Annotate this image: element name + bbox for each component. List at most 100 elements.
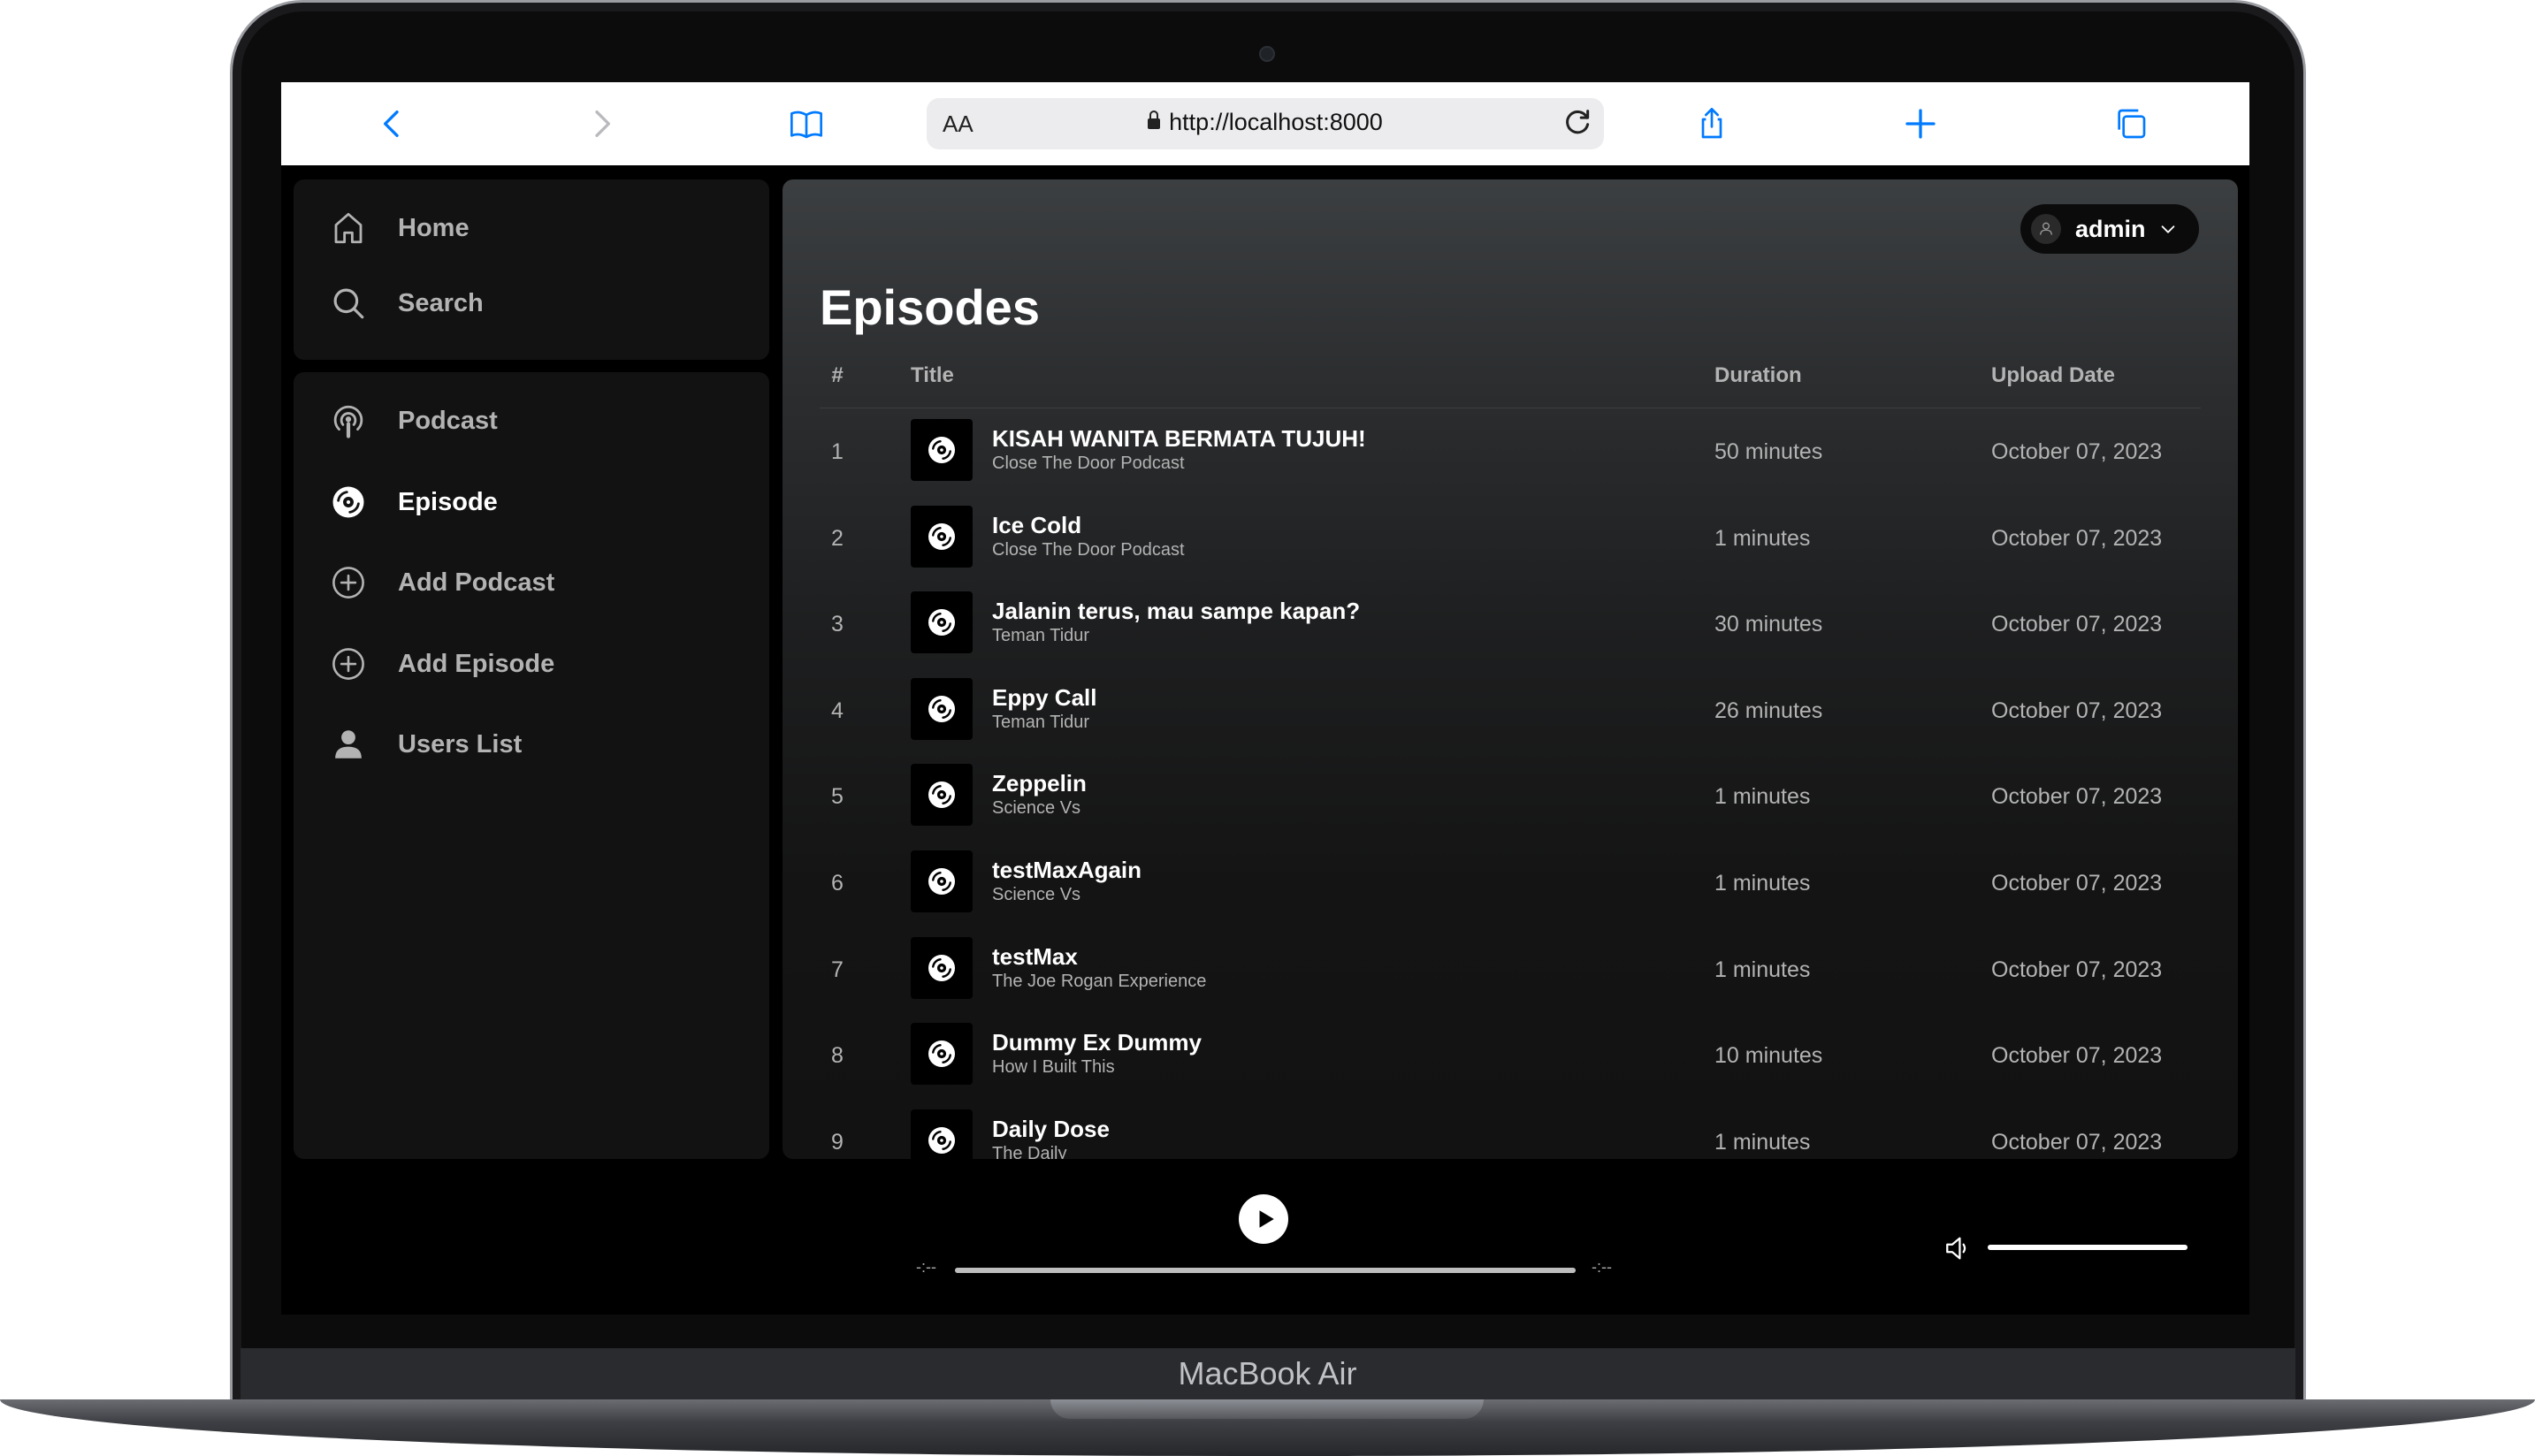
episode-upload-date: October 07, 2023 — [1991, 439, 2163, 464]
player-bar: -:-- -:-- — [281, 1159, 2249, 1315]
episode-artwork — [911, 677, 973, 740]
episode-duration: 1 minutes — [1714, 957, 1811, 982]
plus-circle-icon — [329, 563, 368, 602]
episode-duration: 1 minutes — [1714, 525, 1811, 551]
episode-title[interactable]: testMax — [992, 943, 1078, 971]
screen: AA http://localhost:8000 Home Search Pod… — [281, 82, 2249, 1315]
url-text: http://localhost:8000 — [1169, 109, 1383, 135]
disc-icon — [926, 521, 958, 553]
row-number: 8 — [831, 1043, 844, 1069]
episode-title[interactable]: Zeppelin — [992, 770, 1087, 797]
episode-podcast: Close The Door Podcast — [992, 539, 1185, 560]
episode-podcast: Teman Tidur — [992, 626, 1090, 646]
camera — [1259, 46, 1275, 62]
sidebar-item-podcast[interactable]: Podcast — [329, 399, 498, 443]
avatar — [2031, 214, 2061, 244]
sidebar-item-label: Podcast — [398, 406, 498, 435]
search-icon — [329, 284, 368, 323]
episode-artwork — [911, 1023, 973, 1086]
table-row[interactable]: 8 Dummy Ex Dummy How I Built This 10 minute… — [820, 1011, 2201, 1097]
row-number: 5 — [831, 784, 844, 810]
progress-fill — [955, 1268, 1576, 1273]
episode-upload-date: October 07, 2023 — [1991, 698, 2163, 723]
table-row[interactable]: 9 Daily Dose The Daily 1 minutes October 07,… — [820, 1098, 2201, 1159]
episode-duration: 10 minutes — [1714, 1043, 1823, 1069]
episode-title[interactable]: Jalanin terus, mau sampe kapan? — [992, 598, 1360, 625]
episode-upload-date: October 07, 2023 — [1991, 525, 2163, 551]
episode-duration: 30 minutes — [1714, 612, 1823, 637]
disc-icon — [926, 606, 958, 638]
play-icon — [1259, 1210, 1274, 1228]
browser-toolbar: AA http://localhost:8000 — [281, 82, 2249, 165]
volume-icon[interactable] — [1943, 1233, 1974, 1263]
disc-icon — [926, 779, 958, 811]
table-row[interactable]: 7 testMax The Joe Rogan Experience 1 minute… — [820, 926, 2201, 1011]
episode-artwork — [911, 1109, 973, 1159]
episode-upload-date: October 07, 2023 — [1991, 612, 2163, 637]
table-row[interactable]: 2 Ice Cold Close The Door Podcast 1 minutes… — [820, 494, 2201, 580]
tabs-overview-icon[interactable] — [2110, 103, 2152, 145]
table-row[interactable]: 6 testMaxAgain Science Vs 1 minutes October … — [820, 839, 2201, 925]
plus-circle-icon — [329, 644, 368, 683]
disc-icon — [926, 1038, 958, 1070]
volume-slider[interactable] — [1988, 1245, 2188, 1250]
reload-icon[interactable] — [1560, 105, 1595, 141]
episode-artwork — [911, 505, 973, 568]
episode-artwork — [911, 764, 973, 827]
episode-title[interactable]: Dummy Ex Dummy — [992, 1029, 1202, 1056]
episode-podcast: Close The Door Podcast — [992, 454, 1185, 473]
episode-title[interactable]: Ice Cold — [992, 512, 1081, 539]
sidebar-item-users-list[interactable]: Users List — [329, 722, 522, 766]
row-number: 3 — [831, 612, 844, 637]
lock-icon — [1148, 111, 1161, 129]
address-bar[interactable]: AA http://localhost:8000 — [927, 98, 1604, 149]
episode-list: 1 KISAH WANITA BERMATA TUJUH! Close The Do… — [820, 408, 2201, 1159]
table-row[interactable]: 4 Eppy Call Teman Tidur 26 minutes October 0… — [820, 667, 2201, 752]
table-row[interactable]: 3 Jalanin terus, mau sampe kapan? Teman Ti… — [820, 580, 2201, 666]
table-row[interactable]: 5 Zeppelin Science Vs 1 minutes October 07, … — [820, 752, 2201, 838]
episode-title[interactable]: testMaxAgain — [992, 857, 1142, 884]
volume-fill — [1988, 1245, 2188, 1250]
progress-bar[interactable] — [955, 1268, 1576, 1273]
episode-upload-date: October 07, 2023 — [1991, 1043, 2163, 1069]
disc-icon — [926, 1124, 958, 1156]
chevron-down-icon — [2161, 225, 2174, 233]
episode-artwork — [911, 936, 973, 999]
row-number: 1 — [831, 439, 844, 464]
home-icon — [329, 209, 368, 248]
sidebar-item-episode[interactable]: Episode — [329, 480, 498, 524]
sidebar-library: Podcast Episode Add Podcast Add Episode … — [294, 372, 769, 1159]
episode-podcast: How I Built This — [992, 1057, 1115, 1078]
disc-icon — [926, 693, 958, 725]
new-tab-icon[interactable] — [1899, 103, 1942, 145]
episode-duration: 1 minutes — [1714, 784, 1811, 810]
table-row[interactable]: 1 KISAH WANITA BERMATA TUJUH! Close The Do… — [820, 408, 2201, 493]
disc-icon — [926, 865, 958, 897]
sidebar-item-add-episode[interactable]: Add Episode — [329, 642, 554, 686]
bookmarks-icon[interactable] — [785, 103, 828, 145]
user-menu-button[interactable]: admin — [2020, 204, 2199, 254]
episode-upload-date: October 07, 2023 — [1991, 784, 2163, 810]
device-label: MacBook Air — [1178, 1355, 1357, 1391]
disc-icon — [926, 434, 958, 466]
episode-title[interactable]: Daily Dose — [992, 1116, 1110, 1143]
column-upload-date: Upload Date — [1991, 363, 2116, 387]
episode-podcast: Science Vs — [992, 885, 1081, 904]
episode-artwork — [911, 419, 973, 481]
share-icon[interactable] — [1691, 103, 1733, 145]
episode-title[interactable]: KISAH WANITA BERMATA TUJUH! — [992, 425, 1366, 453]
play-button[interactable] — [1239, 1194, 1288, 1244]
episode-artwork — [911, 591, 973, 654]
episode-duration: 1 minutes — [1714, 871, 1811, 896]
sidebar-item-home[interactable]: Home — [329, 206, 470, 250]
main-panel: admin Episodes # Title Duration Upload D… — [783, 179, 2238, 1159]
username: admin — [2075, 215, 2146, 242]
sidebar-item-add-podcast[interactable]: Add Podcast — [329, 560, 554, 605]
sidebar-item-label: Add Podcast — [398, 568, 555, 597]
episode-upload-date: October 07, 2023 — [1991, 871, 2163, 896]
sidebar-item-search[interactable]: Search — [329, 281, 484, 325]
forward-icon[interactable] — [580, 103, 622, 145]
episode-title[interactable]: Eppy Call — [992, 684, 1096, 712]
back-icon[interactable] — [371, 103, 414, 145]
row-number: 7 — [831, 957, 844, 982]
